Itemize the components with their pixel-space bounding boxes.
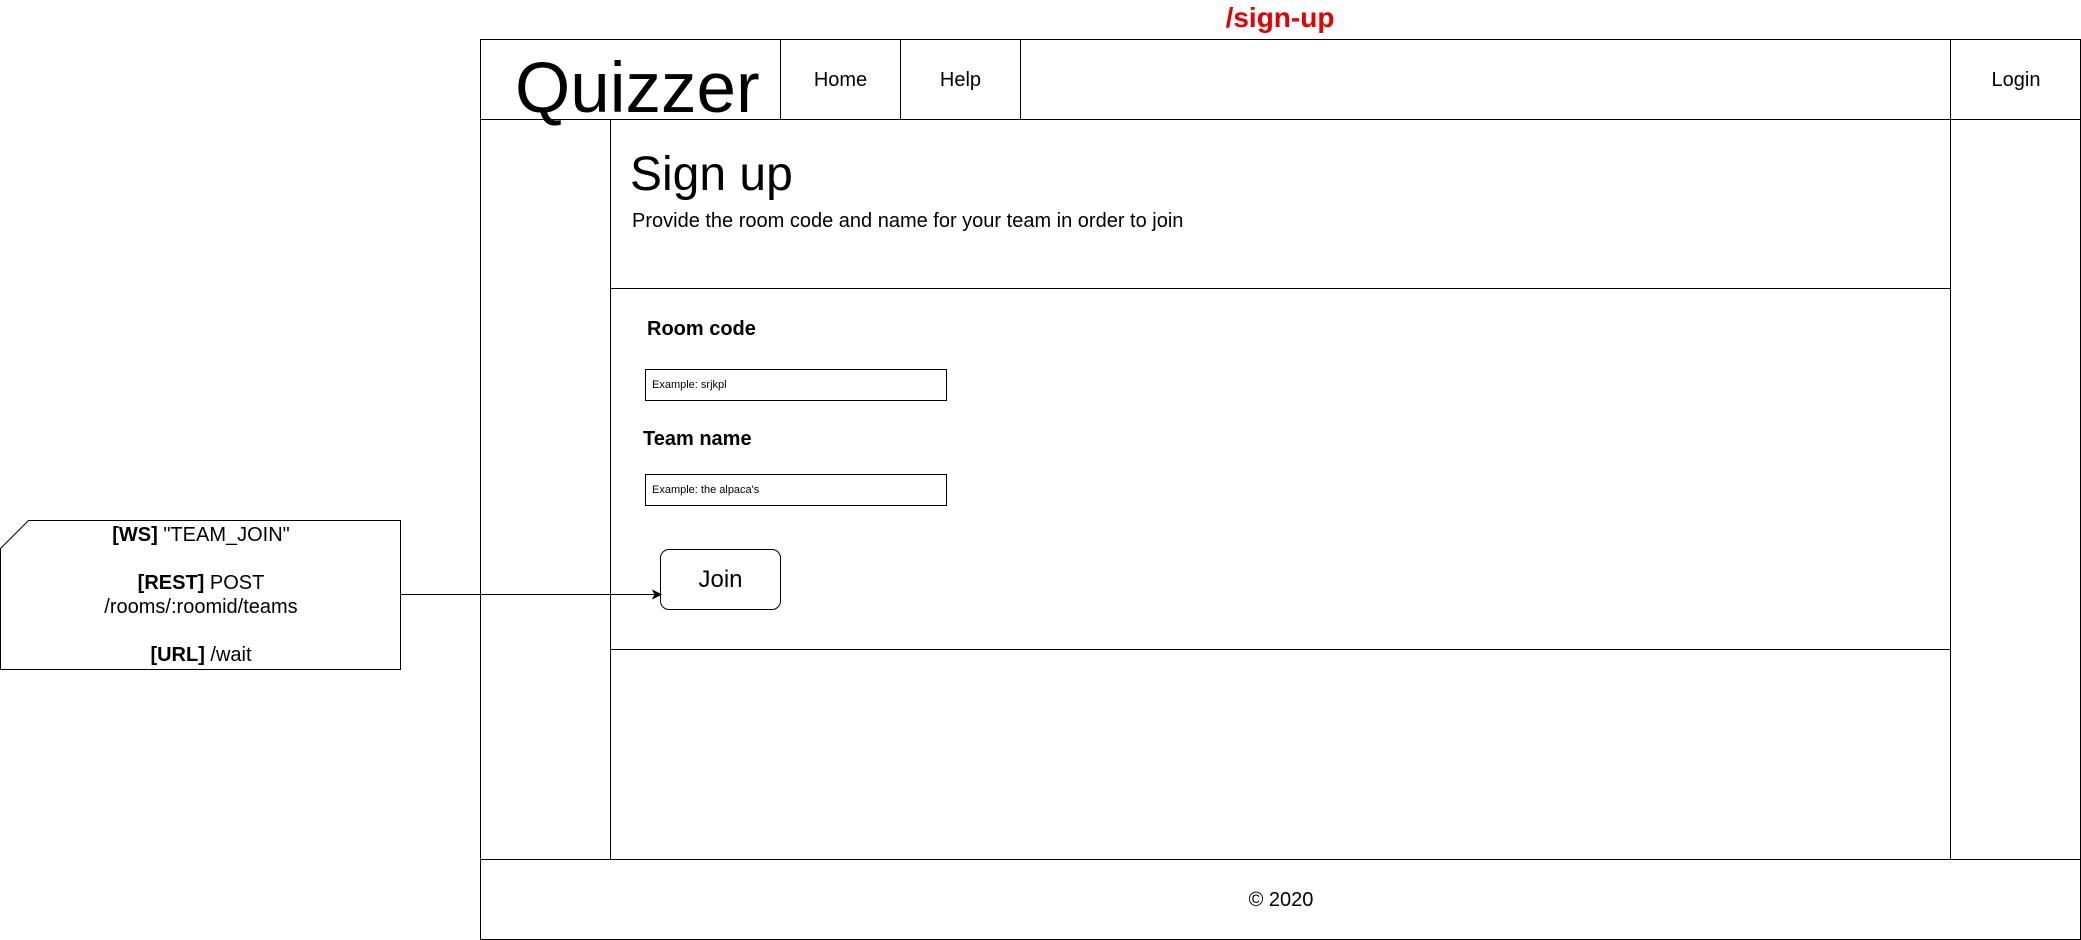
- page-title: Sign up: [630, 148, 793, 201]
- nav-help-link[interactable]: Help: [901, 40, 1020, 120]
- page-subtitle: Provide the room code and name for your …: [632, 210, 1184, 232]
- team-name-label: Team name: [643, 428, 752, 450]
- note-ws-tag: [WS]: [112, 524, 158, 546]
- note-rest-path: /rooms/:roomid/teams: [104, 596, 298, 618]
- form-divider: [611, 649, 1950, 650]
- note-url-tag: [URL]: [150, 644, 205, 666]
- nav-home-link[interactable]: Home: [781, 40, 900, 120]
- right-column-divider: [1950, 40, 1951, 860]
- note-url-value: /wait: [204, 644, 252, 666]
- team-name-input[interactable]: [645, 474, 947, 506]
- login-link[interactable]: Login: [1951, 40, 2081, 120]
- note-rest-line: [REST] POST: [0, 571, 402, 595]
- room-code-label: Room code: [647, 318, 756, 340]
- note-url-line: [URL] /wait: [0, 643, 402, 667]
- note-connector-arrow: [401, 589, 663, 600]
- join-button[interactable]: Join: [660, 549, 781, 610]
- logo: Quizzer: [515, 49, 760, 128]
- note-spacer: [0, 547, 402, 571]
- intro-divider: [611, 288, 1950, 289]
- room-code-input[interactable]: [645, 369, 947, 401]
- note-ws-line: [WS] "TEAM_JOIN": [0, 523, 402, 547]
- note-ws-value: "TEAM_JOIN": [157, 524, 290, 546]
- footer-copyright: © 2020: [1248, 889, 1314, 911]
- route-title: /sign-up: [1225, 2, 1335, 33]
- left-column-divider: [610, 120, 611, 860]
- note-rest-value: POST: [204, 572, 265, 594]
- note-spacer: [0, 619, 402, 643]
- note-rest-tag: [REST]: [137, 572, 205, 594]
- api-note: [WS] "TEAM_JOIN" [REST] POST /rooms/:roo…: [0, 520, 402, 670]
- help-divider: [1020, 40, 1021, 120]
